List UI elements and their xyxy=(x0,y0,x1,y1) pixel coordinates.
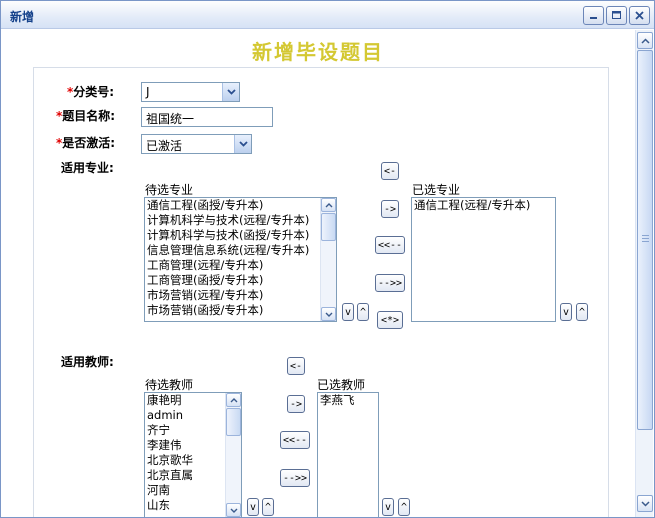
window-title: 新增 xyxy=(10,10,35,24)
list-scrollbar[interactable] xyxy=(320,198,336,321)
remove-teacher-button[interactable]: <- xyxy=(287,357,305,375)
activation-select[interactable]: 已激活 xyxy=(141,134,252,154)
category-value: J xyxy=(146,85,150,99)
add-all-majors-button[interactable]: -->> xyxy=(375,274,405,292)
title-label: *题目名称: xyxy=(56,107,115,124)
activation-label: *是否激活: xyxy=(56,134,115,151)
page-heading: 新增毕设题目 xyxy=(252,40,384,64)
add-pattern-majors-button[interactable]: <*> xyxy=(377,311,403,329)
majors-section-label: 适用专业: xyxy=(61,161,114,175)
selected-teachers-caption: 已选教师 xyxy=(317,378,366,392)
list-item[interactable]: 市场营销(远程/专升本) xyxy=(145,288,336,303)
selected-majors-list[interactable]: 通信工程(远程/专升本) xyxy=(411,197,556,322)
chevron-down-icon[interactable] xyxy=(226,503,241,517)
available-teachers-caption: 待选教师 xyxy=(145,378,194,392)
chevron-up-icon xyxy=(640,37,650,44)
scroll-up-button[interactable] xyxy=(637,32,653,49)
list-item[interactable]: 计算机科学与技术(远程/专升本) xyxy=(145,213,336,228)
category-label: *分类号: xyxy=(67,83,114,100)
scroll-thumb[interactable] xyxy=(637,50,653,430)
content-area: 新增毕设题目 *分类号: J *题目名称: 祖国统一 *是否激活: 已激活 适用… xyxy=(1,30,635,517)
selected-teachers-move-up-button[interactable]: ^ xyxy=(398,498,410,516)
remove-major-button[interactable]: <- xyxy=(381,162,399,180)
minimize-icon xyxy=(590,17,597,19)
title-label-text: 题目名称: xyxy=(62,109,116,123)
list-item[interactable]: 计算机科学与技术(函授/专升本) xyxy=(145,228,336,243)
selected-teachers-move-down-button[interactable]: v xyxy=(382,498,394,516)
available-majors-caption: 待选专业 xyxy=(145,183,194,197)
selected-teachers-list[interactable]: 李燕飞 xyxy=(317,392,379,517)
category-select[interactable]: J xyxy=(141,82,240,102)
available-majors-list[interactable]: 通信工程(函授/专升本) 计算机科学与技术(远程/专升本) 计算机科学与技术(函… xyxy=(144,197,337,322)
list-item[interactable]: 工商管理(函授/专升本) xyxy=(145,273,336,288)
list-item[interactable]: 李燕飞 xyxy=(318,393,378,408)
maximize-button[interactable] xyxy=(606,6,627,25)
available-teachers-list[interactable]: 康艳明 admin 齐宁 李建伟 北京歌华 北京直属 河南 山东 xyxy=(144,392,242,517)
category-label-text: 分类号: xyxy=(73,85,115,99)
title-bar: 新增 xyxy=(1,1,654,29)
scroll-down-button[interactable] xyxy=(637,495,653,512)
minimize-button[interactable] xyxy=(583,6,604,25)
maximize-icon xyxy=(612,11,621,19)
remove-all-majors-button[interactable]: <<-- xyxy=(375,236,405,254)
title-input[interactable]: 祖国统一 xyxy=(141,107,273,127)
list-scroll-thumb[interactable] xyxy=(226,408,241,436)
selected-majors-move-up-button[interactable]: ^ xyxy=(576,303,588,321)
chevron-down-icon xyxy=(222,83,239,101)
selected-majors-move-down-button[interactable]: v xyxy=(560,303,572,321)
add-all-teachers-button[interactable]: -->> xyxy=(280,469,310,487)
chevron-down-icon xyxy=(234,135,251,153)
add-teacher-button[interactable]: -> xyxy=(287,395,305,413)
chevron-up-icon[interactable] xyxy=(321,198,336,212)
available-teachers-move-down-button[interactable]: v xyxy=(247,498,259,516)
activation-value: 已激活 xyxy=(146,139,183,153)
chevron-up-icon[interactable] xyxy=(226,393,241,407)
list-scrollbar[interactable] xyxy=(225,393,241,517)
list-item[interactable]: 市场营销(函授/专升本) xyxy=(145,303,336,318)
list-scroll-thumb[interactable] xyxy=(321,213,336,241)
chevron-down-icon xyxy=(640,500,650,507)
list-item[interactable]: 通信工程(函授/专升本) xyxy=(145,198,336,213)
chevron-down-icon[interactable] xyxy=(321,307,336,321)
dialog-window: 新增 新增毕设题目 *分类号: J *题目名称: 祖国统一 *是否激活: 已激活… xyxy=(0,0,655,518)
teachers-section-label: 适用教师: xyxy=(61,355,114,369)
add-major-button[interactable]: -> xyxy=(381,200,399,218)
available-majors-move-up-button[interactable]: ^ xyxy=(357,303,369,321)
list-item[interactable]: 工商管理(远程/专升本) xyxy=(145,258,336,273)
activation-label-text: 是否激活: xyxy=(62,136,116,150)
close-button[interactable] xyxy=(629,6,650,25)
remove-all-teachers-button[interactable]: <<-- xyxy=(280,431,310,449)
available-teachers-move-up-button[interactable]: ^ xyxy=(262,498,274,516)
page-scrollbar[interactable] xyxy=(635,30,653,517)
list-item[interactable]: 通信工程(远程/专升本) xyxy=(412,198,555,213)
list-item[interactable]: 信息管理信息系统(远程/专升本) xyxy=(145,243,336,258)
close-icon xyxy=(635,11,644,20)
available-majors-move-down-button[interactable]: v xyxy=(342,303,354,321)
selected-majors-caption: 已选专业 xyxy=(412,183,461,197)
